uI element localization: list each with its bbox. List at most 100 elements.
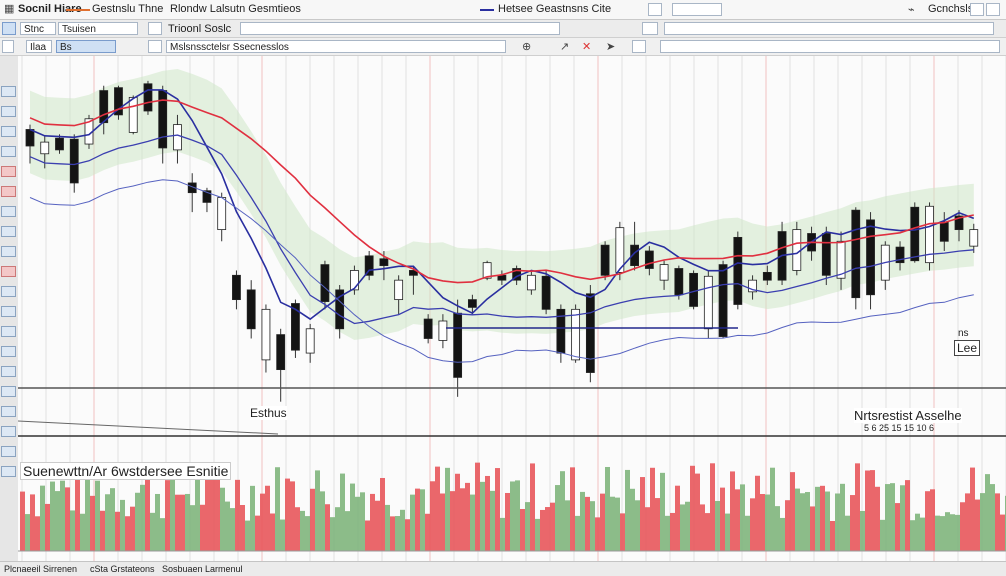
toolbar-long-field[interactable] [660,40,1000,53]
volume-bar [595,517,600,551]
toolbar-secondary: Ilaa Bs Mslsnssctelsr Ssecnesslos ⊕ ↗ ✕ … [0,38,1006,56]
tool-button-6[interactable] [1,186,16,197]
tool-button-12[interactable] [1,306,16,317]
volume-bar [110,488,115,551]
blue-button[interactable] [2,22,16,35]
tab-field[interactable] [240,22,560,35]
tool-button-10[interactable] [1,266,16,277]
toolbar-small-button-2[interactable] [148,40,162,53]
candle-body [276,334,286,371]
tool-button-16[interactable] [1,386,16,397]
volume-bar [470,494,475,551]
cursor-icon[interactable]: ➤ [606,40,615,54]
volume-bar [405,519,410,551]
volume-bar [755,475,760,551]
volume-bar [55,491,60,551]
drawing-tools-panel [0,56,19,561]
volume-bar [945,512,950,551]
tool-button-18[interactable] [1,426,16,437]
volume-bar [200,504,205,551]
stnc-button[interactable]: Stnc [20,22,56,35]
symbol-field[interactable] [664,22,994,35]
candle-body [173,124,182,151]
volume-bar [750,498,755,551]
arrow-icon[interactable]: ↗ [560,40,569,54]
volume-bar [455,473,460,551]
volume-bar [415,488,420,551]
tool-button-2[interactable] [1,106,16,117]
chart-icon[interactable]: ⌁ [908,3,915,17]
right-level-top: ns [958,328,969,339]
volume-bar [315,470,320,551]
volume-bar [410,494,415,551]
chart-toggle[interactable] [642,22,658,35]
volume-bar [300,510,305,551]
right-menu[interactable]: Gcnchsls [928,3,973,15]
tool-button-15[interactable] [1,366,16,377]
tsuisen-button[interactable]: Tsuisen [58,22,138,35]
volume-bar [285,478,290,551]
menu-item[interactable]: Gestnslu Thne [92,3,163,15]
window-button[interactable] [648,3,662,16]
volume-bar [485,475,490,551]
tool-button-9[interactable] [1,246,16,257]
tool-button-1[interactable] [1,86,16,97]
volume-bar [530,463,535,551]
crosshair-icon[interactable]: ⊕ [522,40,531,54]
small-button[interactable] [148,22,162,35]
candle-body [438,320,448,341]
volume-bar [90,495,95,551]
red-arrow-icon[interactable]: ✕ [582,40,591,54]
volume-label: Suenewttn/Ar 6wstdersee Esnitie [20,462,232,480]
tool-button-17[interactable] [1,406,16,417]
bs-button[interactable]: Bs [56,40,116,53]
window-field[interactable] [672,3,722,16]
volume-bar [280,519,285,551]
volume-bar [845,515,850,551]
volume-bar [445,467,450,551]
candle-body [379,258,389,266]
left-toolbar-button[interactable] [2,40,14,53]
toolbar-small-button-3[interactable] [632,40,646,53]
volume-bar [125,516,130,551]
volume-bar [910,520,915,551]
volume-bar [465,482,470,551]
candle-body [25,129,35,147]
tool-button-4[interactable] [1,146,16,157]
volume-bar [150,512,155,551]
volume-bar [600,493,605,551]
volume-bar [320,491,325,551]
instrument-input[interactable]: Mslsnssctelsr Ssecnesslos [166,40,506,53]
tool-button-8[interactable] [1,226,16,237]
close-button[interactable] [986,3,1000,16]
volume-bar [515,480,520,551]
tool-button-7[interactable] [1,206,16,217]
minimize-button[interactable] [970,3,984,16]
candle-body [261,308,271,361]
dropdown-label[interactable]: Trioonl Soslc [168,23,231,35]
volume-bar [580,491,585,551]
volume-bar [365,520,370,551]
volume-bar [495,468,500,551]
tool-button-20[interactable] [1,466,16,477]
candle-body [689,272,698,307]
tool-button-13[interactable] [1,326,16,337]
price-chart[interactable]: Esthus Suenewttn/Ar 6wstdersee Esnitie N… [17,56,1006,561]
volume-bar [190,505,195,551]
ilaa-button[interactable]: Ilaa [26,40,52,53]
volume-bar [620,513,625,551]
tool-button-5[interactable] [1,166,16,177]
candle-body [55,137,64,151]
tool-button-11[interactable] [1,286,16,297]
volume-bar [810,506,815,551]
tool-button-14[interactable] [1,346,16,357]
volume-bar [830,520,835,551]
tool-button-19[interactable] [1,446,16,457]
volume-bar [955,514,960,551]
candle-body [585,293,595,373]
volume-bar [450,491,455,551]
volume-bar [520,508,525,551]
tool-button-3[interactable] [1,126,16,137]
candle-body [497,274,507,281]
volume-bar [420,489,425,551]
